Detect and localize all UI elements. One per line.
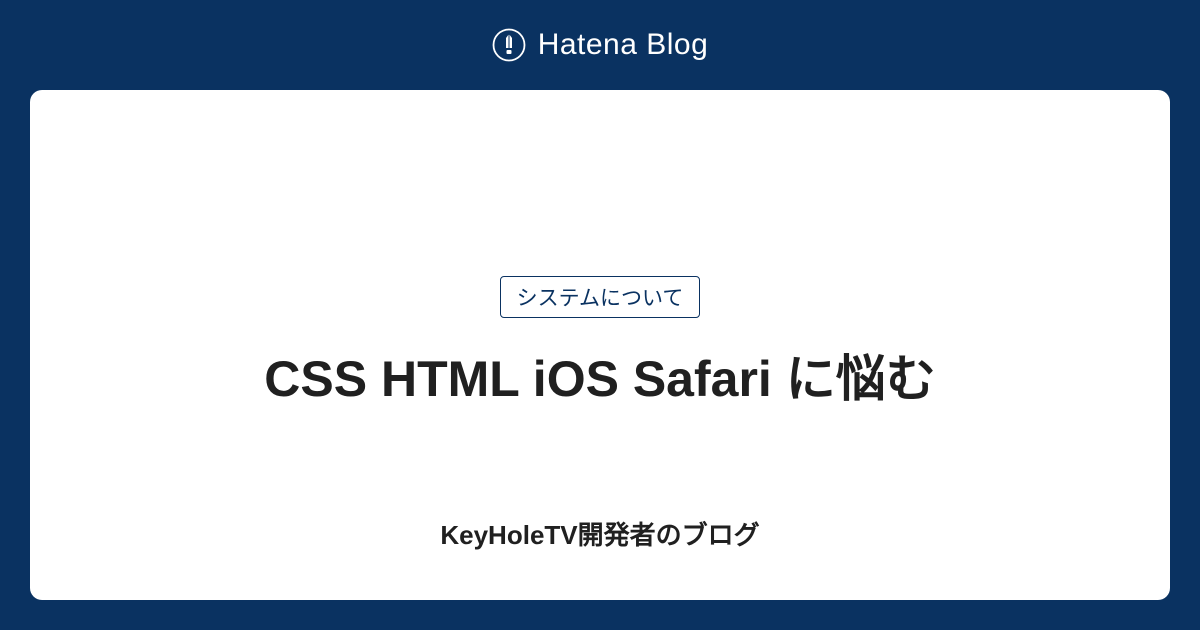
- content-card: システムについて CSS HTML iOS Safari に悩む KeyHole…: [30, 90, 1170, 600]
- blog-author: KeyHoleTV開発者のブログ: [440, 515, 759, 552]
- category-badge: システムについて: [500, 276, 701, 318]
- header: Hatena Blog: [0, 0, 1200, 90]
- post-title: CSS HTML iOS Safari に悩む: [264, 346, 935, 414]
- logo-text: Hatena Blog: [538, 28, 709, 62]
- hatena-logo-icon: [492, 28, 526, 62]
